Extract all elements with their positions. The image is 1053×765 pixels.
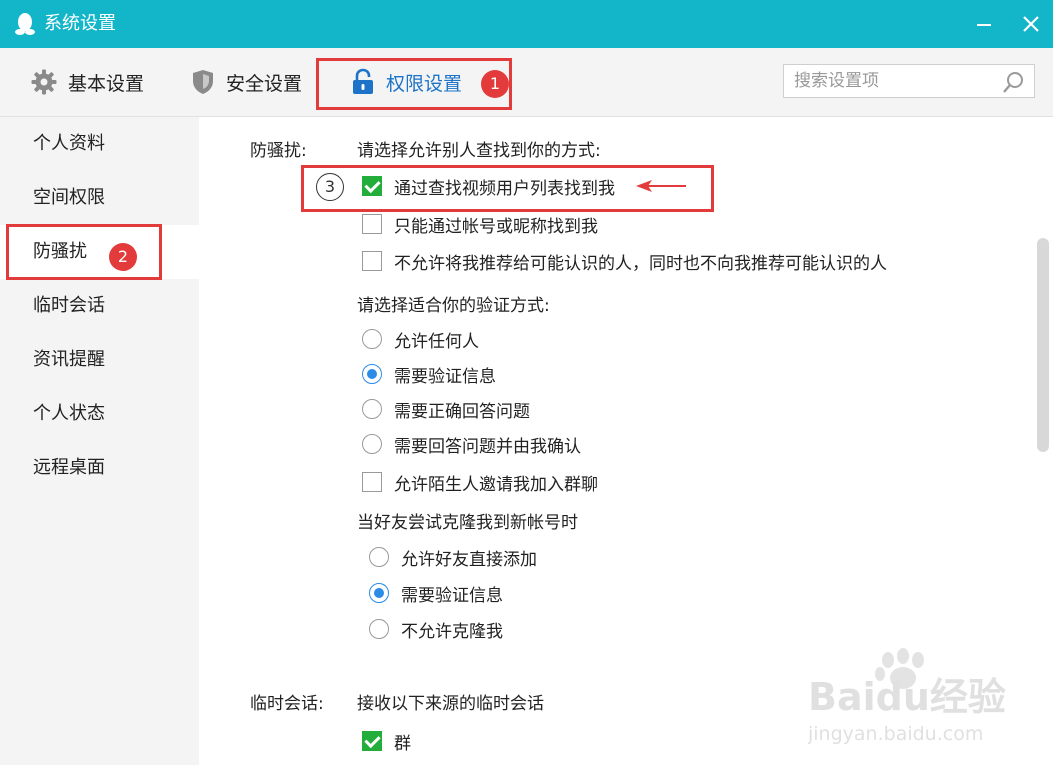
sidebar-item-profile[interactable]: 个人资料: [0, 117, 199, 171]
sidebar-item-remote-desktop[interactable]: 远程桌面: [0, 441, 199, 495]
tab-security-settings[interactable]: 安全设置: [190, 48, 302, 116]
option-stranger-group-invite[interactable]: 允许陌生人邀请我加入群聊: [362, 469, 598, 495]
find-method-prompt: 请选择允许别人查找到你的方式:: [357, 141, 601, 161]
settings-content: 防骚扰: 请选择允许别人查找到你的方式: 通过查找视频用户列表找到我 只能通过帐…: [199, 117, 1053, 765]
clone-prompt: 当好友尝试克隆我到新帐号时: [357, 513, 578, 533]
tab-label: 权限设置: [386, 72, 463, 95]
sidebar-item-personal-status[interactable]: 个人状态: [0, 387, 199, 441]
radio-button[interactable]: [362, 399, 382, 419]
option-find-by-video-list[interactable]: 通过查找视频用户列表找到我: [362, 173, 615, 199]
search-icon[interactable]: [1002, 70, 1026, 94]
option-correct-answer[interactable]: 需要正确回答问题: [362, 396, 530, 422]
checkbox-checked[interactable]: [362, 176, 382, 196]
scrollbar-thumb[interactable]: [1037, 238, 1049, 452]
minimize-icon: [977, 24, 991, 26]
option-label: 允许任何人: [394, 331, 479, 352]
sidebar-item-anti-harassment[interactable]: 防骚扰: [0, 225, 199, 279]
annotation-badge-2: 2: [109, 243, 137, 271]
radio-button[interactable]: [369, 619, 389, 639]
option-label: 需要正确回答问题: [394, 401, 530, 422]
minimize-button[interactable]: [970, 10, 998, 38]
qq-penguin-icon: [15, 13, 35, 35]
section-label-temp-session: 临时会话:: [250, 694, 324, 714]
option-allow-anyone[interactable]: 允许任何人: [362, 326, 479, 352]
sidebar-item-temp-session[interactable]: 临时会话: [0, 279, 199, 333]
temp-session-prompt: 接收以下来源的临时会话: [357, 694, 544, 714]
option-no-recommendation[interactable]: 不允许将我推荐给可能认识的人，同时也不向我推荐可能认识的人: [362, 248, 887, 274]
arrow-left-icon: [636, 180, 686, 192]
sidebar: 个人资料 空间权限 防骚扰 临时会话 资讯提醒 个人状态 远程桌面: [0, 117, 199, 765]
radio-button[interactable]: [362, 329, 382, 349]
option-label: 需要回答问题并由我确认: [394, 436, 581, 457]
option-temp-session-group[interactable]: 群: [362, 728, 411, 754]
option-clone-require-verification[interactable]: 需要验证信息: [369, 580, 503, 606]
radio-button-selected[interactable]: [369, 583, 389, 603]
search-box: [783, 64, 1035, 98]
option-label: 不允许克隆我: [401, 621, 503, 642]
verify-method-prompt: 请选择适合你的验证方式:: [357, 296, 550, 316]
tab-permission-settings[interactable]: 权限设置: [350, 48, 462, 116]
checkbox-checked[interactable]: [362, 731, 382, 751]
lock-icon: [353, 68, 373, 94]
toolbar: 基本设置 安全设置 权限设置: [0, 48, 1053, 117]
annotation-badge-1: 1: [481, 70, 509, 98]
radio-button-selected[interactable]: [362, 364, 382, 384]
radio-button[interactable]: [362, 434, 382, 454]
option-clone-disallow[interactable]: 不允许克隆我: [369, 616, 503, 642]
tab-label: 基本设置: [68, 72, 145, 95]
checkbox[interactable]: [362, 251, 382, 271]
search-input[interactable]: [784, 65, 1004, 97]
shield-icon: [193, 70, 213, 94]
option-label: 需要验证信息: [394, 366, 496, 387]
option-answer-and-confirm[interactable]: 需要回答问题并由我确认: [362, 431, 581, 457]
close-button[interactable]: [1017, 10, 1045, 38]
option-label: 不允许将我推荐给可能认识的人，同时也不向我推荐可能认识的人: [394, 253, 887, 274]
sidebar-item-news-reminder[interactable]: 资讯提醒: [0, 333, 199, 387]
radio-button[interactable]: [369, 547, 389, 567]
section-label-anti-harass: 防骚扰:: [250, 141, 307, 161]
window-title: 系统设置: [44, 13, 116, 34]
option-label: 允许陌生人邀请我加入群聊: [394, 474, 598, 495]
close-icon: [1023, 16, 1039, 32]
tab-basic-settings[interactable]: 基本设置: [30, 48, 144, 116]
option-require-verification[interactable]: 需要验证信息: [362, 361, 496, 387]
option-label: 允许好友直接添加: [401, 549, 537, 570]
tab-label: 安全设置: [226, 72, 303, 95]
gear-icon: [31, 69, 57, 95]
option-label: 通过查找视频用户列表找到我: [394, 178, 615, 199]
annotation-badge-3: 3: [316, 173, 344, 201]
option-label: 只能通过帐号或昵称找到我: [394, 216, 598, 237]
title-bar: 系统设置: [0, 0, 1053, 48]
sidebar-item-space-permission[interactable]: 空间权限: [0, 171, 199, 225]
option-label: 需要验证信息: [401, 585, 503, 606]
checkbox[interactable]: [362, 214, 382, 234]
checkbox[interactable]: [362, 472, 382, 492]
option-clone-allow-direct[interactable]: 允许好友直接添加: [369, 544, 537, 570]
option-find-by-account-only[interactable]: 只能通过帐号或昵称找到我: [362, 211, 598, 237]
option-label: 群: [394, 733, 411, 754]
